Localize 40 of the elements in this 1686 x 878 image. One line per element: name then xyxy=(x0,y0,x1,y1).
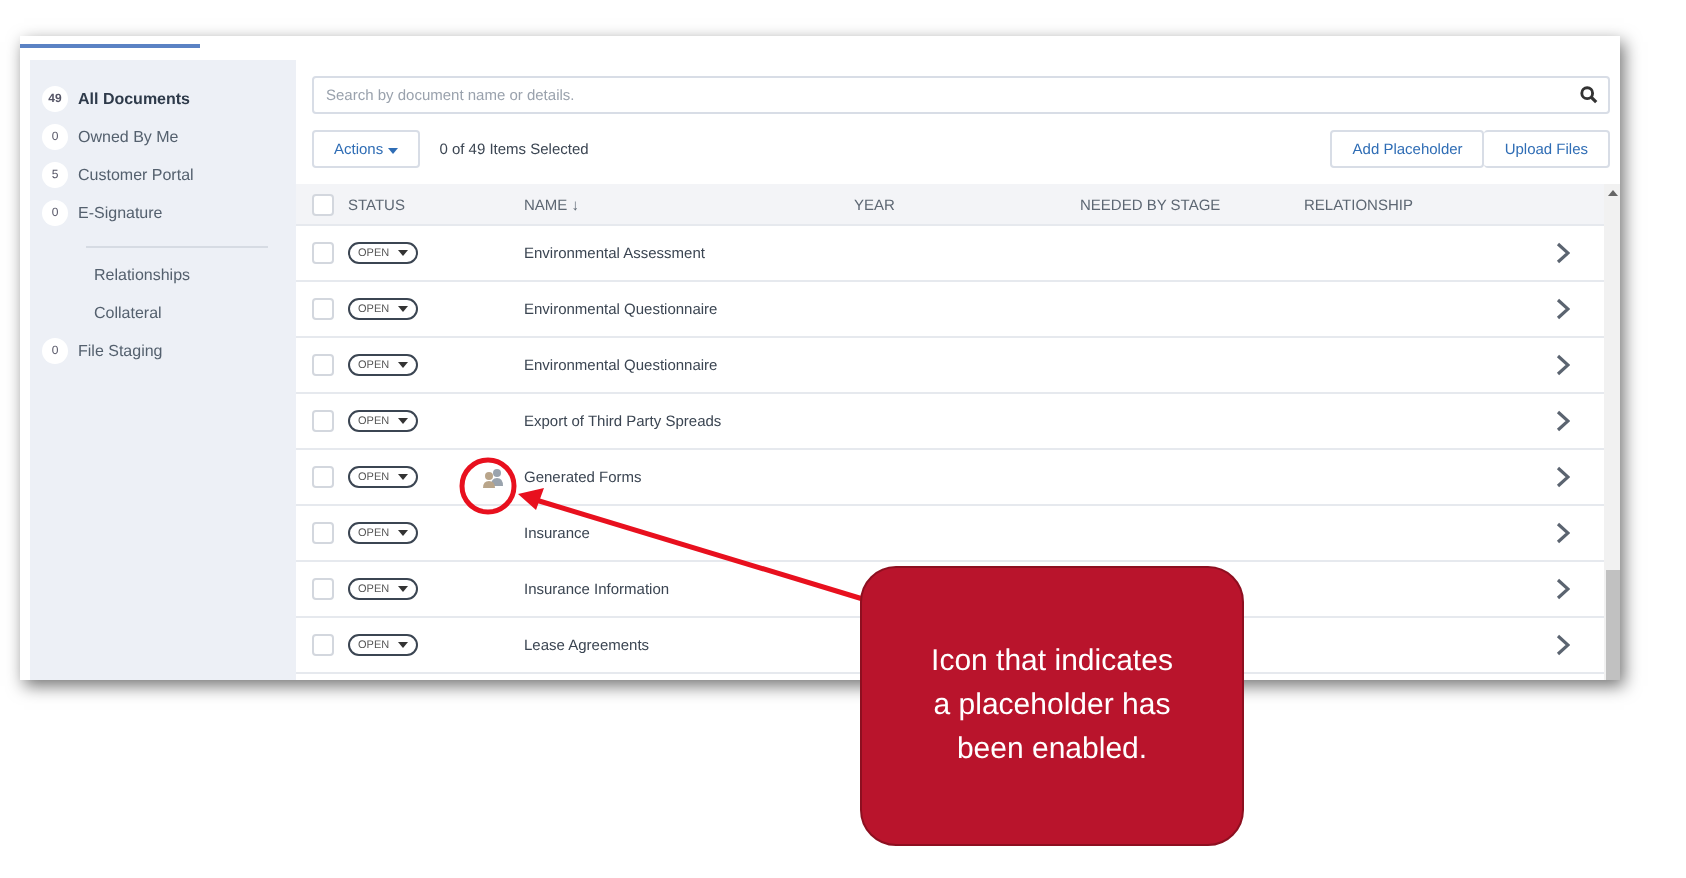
callout: Icon that indicates a placeholder has been enabled. xyxy=(860,566,1244,846)
chevron-right-icon[interactable] xyxy=(1556,578,1570,600)
sidebar-label: Customer Portal xyxy=(78,166,194,184)
row-checkbox[interactable] xyxy=(312,298,334,320)
highlight-circle xyxy=(459,457,517,515)
caret-icon xyxy=(397,362,408,368)
chevron-right-icon[interactable] xyxy=(1556,410,1570,432)
sidebar-item[interactable]: Relationships xyxy=(42,256,296,294)
caret-icon xyxy=(397,306,408,312)
sidebar-label: E-Signature xyxy=(78,204,163,222)
sidebar-label: File Staging xyxy=(78,342,163,360)
search-icon xyxy=(1580,86,1598,104)
caret-icon xyxy=(397,250,408,256)
caret-icon xyxy=(397,418,408,424)
chevron-right-icon[interactable] xyxy=(1556,298,1570,320)
sidebar-label: Owned By Me xyxy=(78,128,179,146)
sidebar-label: Collateral xyxy=(94,304,162,322)
row-checkbox[interactable] xyxy=(312,522,334,544)
row-checkbox[interactable] xyxy=(312,634,334,656)
row-checkbox[interactable] xyxy=(312,578,334,600)
select-all-checkbox[interactable] xyxy=(312,193,334,215)
chevron-right-icon[interactable] xyxy=(1556,522,1570,544)
chevron-right-icon[interactable] xyxy=(1556,354,1570,376)
caret-icon xyxy=(387,148,398,154)
sidebar-item[interactable]: Collateral xyxy=(42,294,296,332)
sidebar-label: Relationships xyxy=(94,266,191,284)
caret-icon xyxy=(397,530,408,536)
chevron-right-icon[interactable] xyxy=(1556,634,1570,656)
row-checkbox[interactable] xyxy=(312,466,334,488)
caret-icon xyxy=(397,474,408,480)
sidebar-label: All Documents xyxy=(78,90,191,108)
scroll-up-icon[interactable] xyxy=(1607,190,1617,196)
caret-icon xyxy=(397,586,408,592)
row-checkbox[interactable] xyxy=(312,410,334,432)
chevron-right-icon[interactable] xyxy=(1556,242,1570,264)
caret-icon xyxy=(397,642,408,648)
scrollbar[interactable] xyxy=(1604,184,1620,680)
chevron-right-icon[interactable] xyxy=(1556,466,1570,488)
row-checkbox[interactable] xyxy=(312,354,334,376)
row-checkbox[interactable] xyxy=(312,242,334,264)
